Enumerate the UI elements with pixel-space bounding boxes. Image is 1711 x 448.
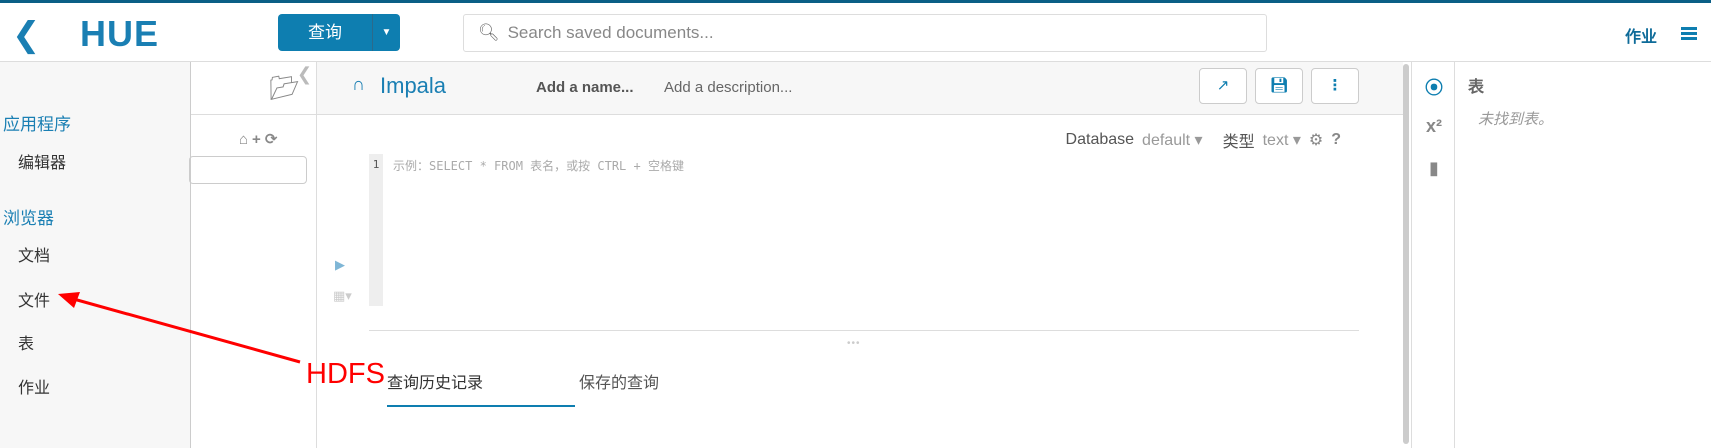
annotation-label: HDFS — [306, 358, 385, 390]
annotation-arrow — [58, 292, 301, 364]
